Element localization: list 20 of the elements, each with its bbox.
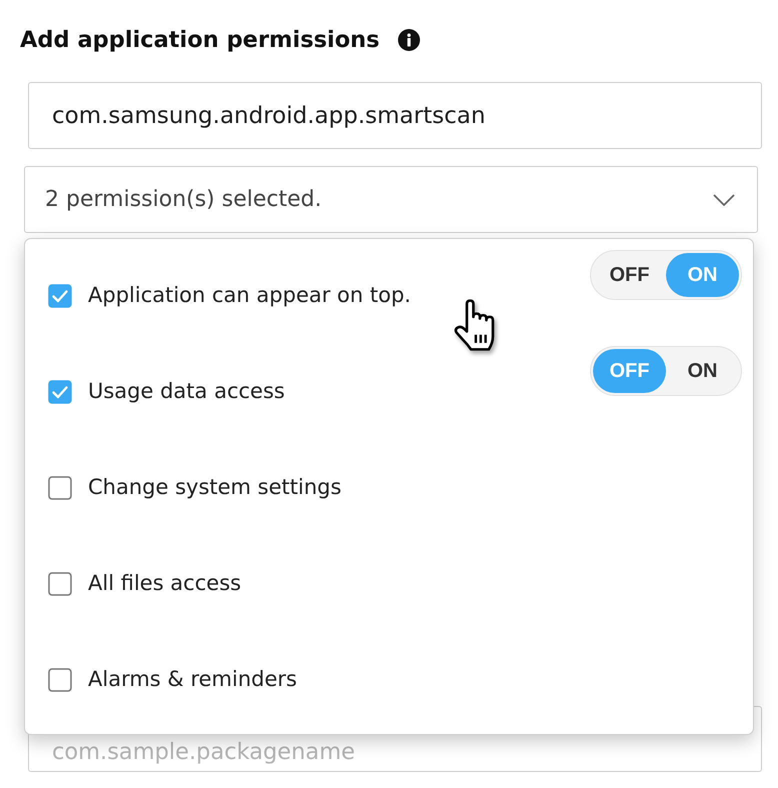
option-label: Alarms & reminders xyxy=(88,667,297,692)
info-icon[interactable] xyxy=(398,29,420,51)
toggle-option[interactable]: OFF xyxy=(593,253,666,297)
toggle-switch[interactable]: OFF ON xyxy=(590,346,742,396)
option-label: Application can appear on top. xyxy=(88,283,411,308)
checkbox[interactable] xyxy=(48,476,72,500)
checkbox[interactable] xyxy=(48,284,72,308)
option-label: Change system settings xyxy=(88,475,342,500)
permissions-dropdown[interactable]: 2 permission(s) selected. xyxy=(24,166,758,233)
checkbox[interactable] xyxy=(48,380,72,404)
option-label: All files access xyxy=(88,571,242,596)
section-title: Add application permissions xyxy=(20,26,380,55)
chevron-down-icon xyxy=(713,194,735,206)
checkbox[interactable] xyxy=(48,668,72,692)
toggle-option[interactable]: ON xyxy=(666,349,739,393)
toggle-switch[interactable]: OFF ON xyxy=(590,250,742,300)
option-label: Usage data access xyxy=(88,379,285,404)
package-name-field[interactable]: com.samsung.android.app.smartscan xyxy=(28,82,762,149)
hand-cursor-icon xyxy=(453,299,497,351)
checkbox[interactable] xyxy=(48,572,72,596)
